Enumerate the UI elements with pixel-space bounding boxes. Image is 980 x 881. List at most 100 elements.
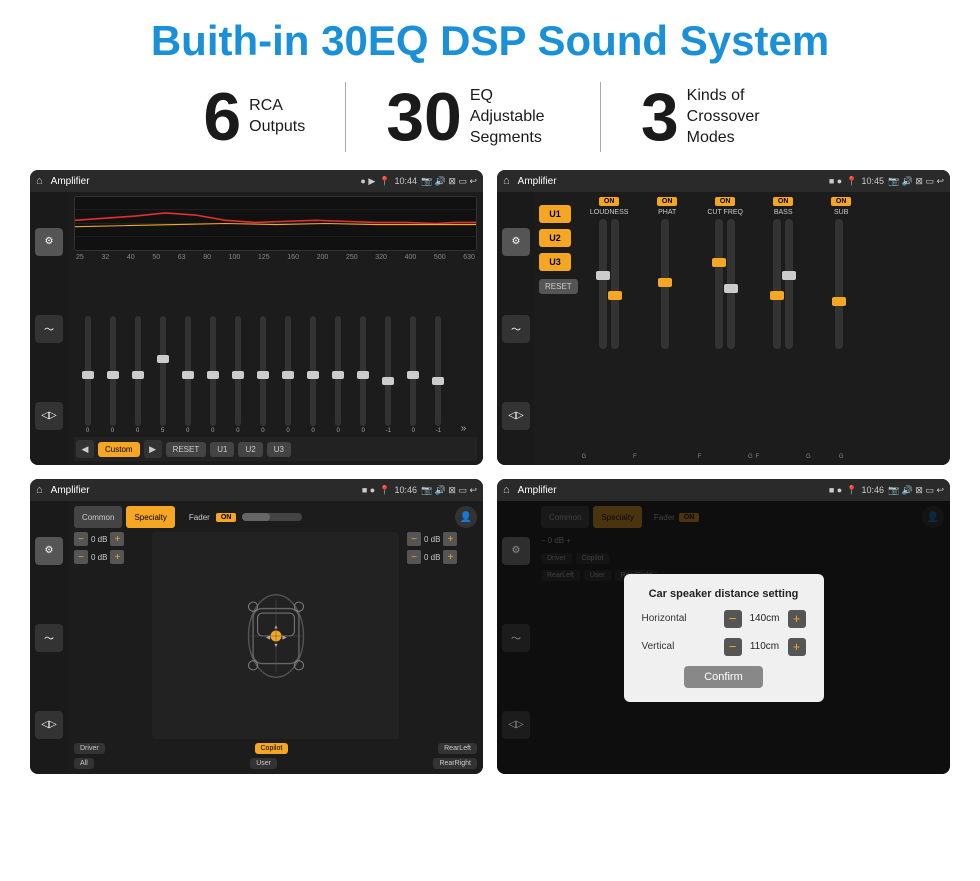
loudness-slider-2[interactable] (611, 219, 619, 349)
slider-thumb-8[interactable] (282, 371, 294, 379)
slider-thumb-1[interactable] (107, 371, 119, 379)
slider-thumb-9[interactable] (307, 371, 319, 379)
loudness-thumb-2[interactable] (608, 291, 622, 300)
slider-track-6[interactable] (235, 316, 241, 426)
vertical-plus-btn[interactable]: + (788, 638, 806, 656)
loudness-slider-1[interactable] (599, 219, 607, 349)
specialty-tab[interactable]: Specialty (126, 506, 174, 528)
slider-track-9[interactable] (310, 316, 316, 426)
loudness-label: LOUDNESS (590, 209, 629, 216)
u1-amp-button[interactable]: U1 (539, 205, 571, 223)
all-btn[interactable]: Copilot (255, 743, 289, 754)
eq-main: 253240506380100125160200250320400500630 … (68, 192, 483, 465)
cutfreq-thumb-1[interactable] (712, 258, 726, 267)
slider-thumb-3[interactable] (157, 355, 169, 363)
slider-track-7[interactable] (260, 316, 266, 426)
u3-amp-button[interactable]: U3 (539, 253, 571, 271)
custom-preset-button[interactable]: Custom (98, 442, 140, 457)
db-plus-4[interactable]: + (443, 550, 457, 564)
db-plus-2[interactable]: + (110, 550, 124, 564)
slider-thumb-4[interactable] (182, 371, 194, 379)
slider-track-13[interactable] (410, 316, 416, 426)
slider-track-2[interactable] (135, 316, 141, 426)
vertical-value: 110cm (746, 641, 784, 652)
phat-slider[interactable] (661, 219, 669, 349)
u2-button[interactable]: U2 (238, 442, 262, 457)
driver-btn[interactable]: Driver (74, 743, 105, 754)
amp-reset-button[interactable]: RESET (539, 279, 578, 294)
next-preset-button[interactable]: ▶ (144, 440, 162, 458)
slider-thumb-0[interactable] (82, 371, 94, 379)
sub-thumb[interactable] (832, 297, 846, 306)
bass-slider-1[interactable] (773, 219, 781, 349)
horizontal-plus-btn[interactable]: + (788, 610, 806, 628)
slider-thumb-7[interactable] (257, 371, 269, 379)
slider-thumb-6[interactable] (232, 371, 244, 379)
slider-track-1[interactable] (110, 316, 116, 426)
eq-more-icon[interactable]: » (461, 423, 467, 434)
cutfreq-slider-2[interactable] (727, 219, 735, 349)
cutfreq-sliders (715, 219, 735, 451)
amp-sidebar-btn-2[interactable]: 〜 (502, 315, 530, 343)
u3-button[interactable]: U3 (267, 442, 291, 457)
screen-dialog: ⌂ Amplifier ■ ● 📍 10:46 📷 🔊 ⊠ ▭ ↩ ⚙ 〜 ◁▷ (497, 479, 950, 774)
slider-val-0: 0 (86, 428, 89, 434)
slider-thumb-13[interactable] (407, 371, 419, 379)
slider-thumb-12[interactable] (382, 377, 394, 385)
slider-thumb-11[interactable] (357, 371, 369, 379)
dot-icon-3: ■ ● (362, 485, 375, 495)
pin-icon-3: 📍 (379, 485, 390, 496)
db-minus-2[interactable]: − (74, 550, 88, 564)
prev-preset-button[interactable]: ◀ (76, 440, 94, 458)
copilot-btn[interactable]: RearLeft (438, 743, 477, 754)
slider-thumb-5[interactable] (207, 371, 219, 379)
horizontal-minus-btn[interactable]: − (724, 610, 742, 628)
slider-thumb-14[interactable] (432, 377, 444, 385)
rearright-btn[interactable]: RearRight (433, 758, 477, 769)
slider-track-8[interactable] (285, 316, 291, 426)
user-icon-btn[interactable]: 👤 (455, 506, 477, 528)
bass-thumb-1[interactable] (770, 291, 784, 300)
user-btn[interactable]: User (250, 758, 277, 769)
slider-track-14[interactable] (435, 316, 441, 426)
fader-slider[interactable] (242, 513, 302, 521)
cutfreq-slider-1[interactable] (715, 219, 723, 349)
u2-amp-button[interactable]: U2 (539, 229, 571, 247)
db-plus-1[interactable]: + (110, 532, 124, 546)
spk-sidebar-btn-2[interactable]: 〜 (35, 624, 63, 652)
amp-sidebar-btn-1[interactable]: ⚙ (502, 228, 530, 256)
spk-sidebar-btn-3[interactable]: ◁▷ (35, 711, 63, 739)
slider-thumb-10[interactable] (332, 371, 344, 379)
db-minus-4[interactable]: − (407, 550, 421, 564)
db-minus-3[interactable]: − (407, 532, 421, 546)
slider-track-11[interactable] (360, 316, 366, 426)
spk-right-controls: − 0 dB + − 0 dB + (407, 532, 477, 739)
amp-sidebar-btn-3[interactable]: ◁▷ (502, 402, 530, 430)
db-plus-3[interactable]: + (443, 532, 457, 546)
slider-track-5[interactable] (210, 316, 216, 426)
rearleft-btn[interactable]: All (74, 758, 94, 769)
slider-track-0[interactable] (85, 316, 91, 426)
common-tab[interactable]: Common (74, 506, 122, 528)
phat-thumb[interactable] (658, 278, 672, 287)
slider-track-3[interactable] (160, 316, 166, 426)
slider-track-10[interactable] (335, 316, 341, 426)
u1-button[interactable]: U1 (210, 442, 234, 457)
vertical-minus-btn[interactable]: − (724, 638, 742, 656)
bass-thumb-2[interactable] (782, 271, 796, 280)
slider-thumb-2[interactable] (132, 371, 144, 379)
screen-eq: ⌂ Amplifier ● ▶ 📍 10:44 📷 🔊 ⊠ ▭ ↩ ⚙ 〜 ◁▷ (30, 170, 483, 465)
sub-slider[interactable] (835, 219, 843, 349)
slider-track-4[interactable] (185, 316, 191, 426)
db-minus-1[interactable]: − (74, 532, 88, 546)
spk-sidebar-btn-1[interactable]: ⚙ (35, 537, 63, 565)
reset-button[interactable]: RESET (166, 442, 207, 457)
confirm-button[interactable]: Confirm (684, 666, 763, 688)
eq-sidebar-btn-2[interactable]: 〜 (35, 315, 63, 343)
loudness-thumb-1[interactable] (596, 271, 610, 280)
cutfreq-thumb-2[interactable] (724, 284, 738, 293)
slider-track-12[interactable] (385, 316, 391, 426)
eq-sidebar-btn-1[interactable]: ⚙ (35, 228, 63, 256)
bass-slider-2[interactable] (785, 219, 793, 349)
eq-sidebar-btn-3[interactable]: ◁▷ (35, 402, 63, 430)
